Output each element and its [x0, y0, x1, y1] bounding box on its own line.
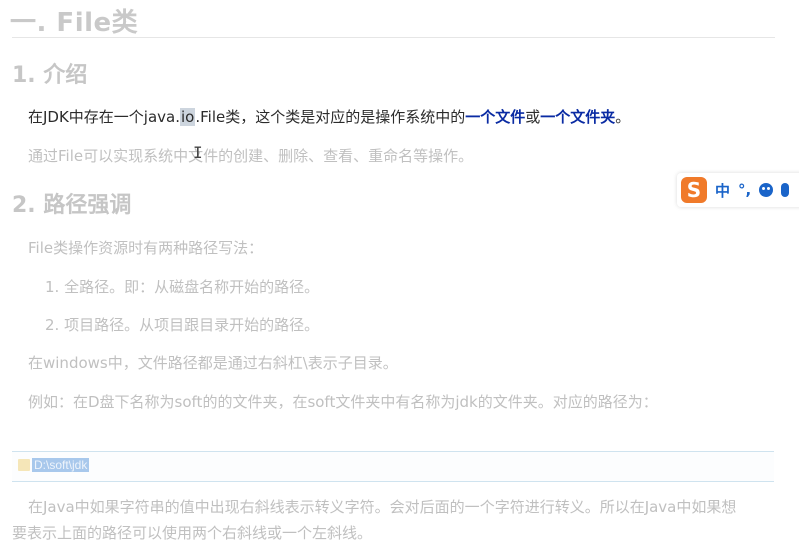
intro-line-1-end: 。: [615, 108, 631, 126]
intro-line-1-middle: .File类，这个类是对应的是操作系统中的: [195, 108, 466, 126]
windows-note: 在windows中，文件路径都是通过右斜杠\表示子目录。: [28, 354, 398, 372]
intro-line-1: 在JDK中存在一个java.io.File类，这个类是对应的是操作系统中的一个文…: [28, 106, 630, 127]
path-item-1: 1. 全路径。即：从磁盘名称开始的路径。: [45, 278, 320, 296]
folder-icon: [18, 459, 30, 471]
intro-line-2: 通过File可以实现系统中文件的创建、删除、查看、重命名等操作。: [28, 147, 474, 165]
java-note-line-2: 要表示上面的路径可以使用两个右斜线或一个左斜线。: [12, 524, 373, 542]
intro-line-1-or: 或: [525, 108, 541, 126]
path-value[interactable]: D:\soft\jdk: [32, 458, 90, 472]
section-title-intro: 1. 介绍: [12, 63, 88, 88]
sogou-logo-icon[interactable]: S: [681, 177, 707, 203]
ime-mode-toggle[interactable]: 中: [715, 180, 730, 201]
ime-toolbar[interactable]: S 中 °,: [677, 173, 799, 207]
selected-text[interactable]: io: [180, 108, 196, 126]
path-item-2: 2. 项目路径。从项目跟目录开始的路径。: [45, 316, 320, 334]
section-title-path: 2. 路径强调: [12, 193, 132, 218]
example-line: 例如：在D盘下名称为soft的的文件夹，在soft文件夹中有名称为jdk的文件夹…: [28, 393, 658, 411]
emoji-icon[interactable]: [759, 183, 774, 197]
ime-punctuation-toggle[interactable]: °,: [738, 181, 751, 199]
heading-file-class: 一. File类: [10, 8, 139, 38]
heading-divider: [12, 37, 775, 38]
text-cursor-icon: I: [193, 143, 203, 162]
path-intro: File类操作资源时有两种路径写法：: [28, 239, 264, 257]
emphasis-file: 一个文件: [465, 108, 526, 126]
intro-line-1-prefix: 在JDK中存在一个java.: [28, 108, 181, 126]
emphasis-folder: 一个文件夹: [540, 108, 616, 126]
java-note-line-1: 在Java中如果字符串的值中出现右斜线表示转义字符。会对后面的一个字符进行转义。…: [28, 498, 737, 516]
path-example-box: D:\soft\jdk: [12, 451, 774, 482]
microphone-icon[interactable]: [781, 183, 790, 197]
